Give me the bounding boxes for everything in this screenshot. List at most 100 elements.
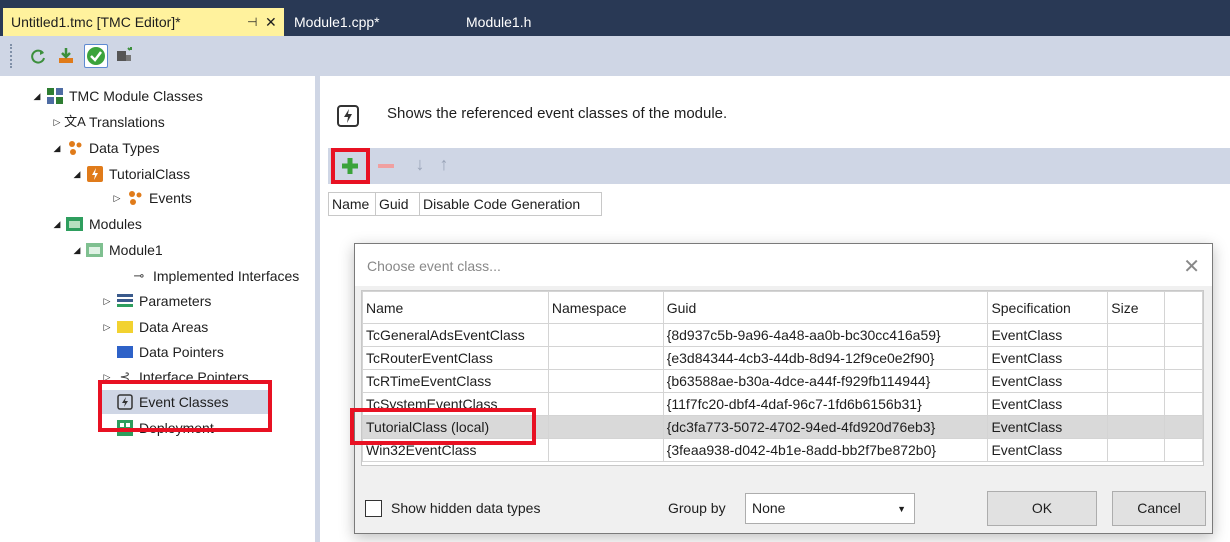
page-description: Shows the referenced event classes of th… [387,105,728,122]
cell-filler [1164,438,1203,462]
module-classes-icon [46,87,64,105]
ok-button[interactable]: OK [987,491,1097,526]
tree-item-events[interactable]: ▷ Events [110,186,192,210]
data-types-icon [66,139,84,157]
column-header-specification[interactable]: Specification [987,291,1109,324]
check-icon[interactable] [84,44,108,68]
download-icon[interactable] [54,44,78,68]
tree-item-data-types[interactable]: ◢ Data Types [50,136,160,160]
column-header-size[interactable]: Size [1107,291,1166,324]
tree-item-tutorialclass[interactable]: ◢ TutorialClass [70,162,190,186]
group-by-select[interactable]: None ▼ [745,493,915,524]
collapse-arrow-icon[interactable]: ◢ [70,238,84,262]
table-header-row: Name Namespace Guid Specification Size [362,291,1203,324]
cell-guid: {e3d84344-4cb3-44db-8d94-12f9ce0e2f90} [662,346,989,370]
expand-arrow-icon[interactable]: ▷ [50,110,64,134]
tree-item-label: Data Pointers [139,344,224,360]
column-header-name[interactable]: Name [362,291,549,324]
event-class-grid: Name Namespace Guid Specification Size T… [350,290,1204,466]
editor-toolbar [0,36,1230,76]
column-header-guid[interactable]: Guid [375,192,420,216]
tree-item-label: Translations [89,114,165,130]
tree-item-modules[interactable]: ◢ Modules [50,212,142,236]
tree-item-label: Implemented Interfaces [153,268,300,284]
expand-arrow-icon[interactable]: ▷ [100,289,114,313]
cell-size [1107,438,1166,462]
tab-label: Untitled1.tmc [TMC Editor]* [11,14,181,30]
collapse-arrow-icon[interactable]: ◢ [70,162,84,186]
tree-item-label: Events [149,190,192,206]
event-class-icon [336,104,360,131]
column-header-guid[interactable]: Guid [662,291,989,324]
cell-specification: EventClass [987,369,1109,393]
collapse-arrow-icon[interactable]: ◢ [30,84,44,108]
highlight-box-add [331,148,370,184]
wizard-icon[interactable] [112,44,136,68]
collapse-arrow-icon[interactable]: ◢ [50,136,64,160]
expand-arrow-icon[interactable]: ▷ [110,186,124,210]
cell-size [1107,392,1166,416]
tree-item-implemented-interfaces[interactable]: ⊸ Implemented Interfaces [128,264,300,288]
close-icon[interactable]: ✕ [1183,254,1200,279]
column-header-name[interactable]: Name [328,192,376,216]
tree-item-label: Module1 [109,242,163,258]
tree-item-tmc-module-classes[interactable]: ◢ TMC Module Classes [30,84,203,108]
data-pointers-icon [116,343,134,361]
tree-item-label: Modules [89,216,142,232]
cell-guid: {dc3fa773-5072-4702-94ed-4fd920d76eb3} [662,415,989,439]
tree-item-data-pointers[interactable]: Data Pointers [114,340,224,364]
cell-specification: EventClass [987,392,1109,416]
cell-specification: EventClass [987,415,1109,439]
collapse-arrow-icon[interactable]: ◢ [50,212,64,236]
tab-label: Module1.cpp* [294,14,380,30]
tree-item-translations[interactable]: ▷ 文A Translations [50,110,165,134]
column-header-namespace[interactable]: Namespace [547,291,664,324]
group-by-label: Group by [668,500,726,516]
cancel-button[interactable]: Cancel [1112,491,1206,526]
tab-label: Module1.h [466,14,532,30]
dialog-footer: Show hidden data types Group by None ▼ O… [355,486,1212,533]
group-by-value: None [752,500,786,516]
move-up-icon[interactable]: ↑ [434,154,454,178]
tree-item-data-areas[interactable]: ▷ Data Areas [100,315,209,339]
choose-event-class-dialog: Choose event class... ✕ Name Namespace G… [350,243,1213,534]
cell-namespace [547,415,664,439]
column-header-filler [1164,291,1203,324]
chevron-down-icon: ▼ [897,504,906,514]
cell-namespace [547,369,664,393]
tree-item-parameters[interactable]: ▷ Parameters [100,289,212,313]
tree-item-label: Parameters [139,293,212,309]
cell-size [1107,369,1166,393]
table-row[interactable]: TcRTimeEventClass {b63588ae-b30a-4dce-a4… [362,369,1203,393]
event-list-toolbar: ↓ ↑ [328,148,1230,184]
cell-namespace [547,392,664,416]
table-row[interactable]: TcRouterEventClass {e3d84344-4cb3-44db-8… [362,346,1203,370]
highlight-box-tutorialclass-row [350,408,536,445]
data-areas-icon [116,318,134,336]
toolbar-grip[interactable] [10,44,14,68]
tree-item-label: Data Types [89,140,160,156]
tree-item-label: TMC Module Classes [69,88,203,104]
cell-namespace [547,438,664,462]
tab-tmc-editor[interactable]: Untitled1.tmc [TMC Editor]* ⊣ ✕ [3,8,284,36]
dialog-title-bar: Choose event class... ✕ [355,244,1212,286]
cell-size [1107,415,1166,439]
tab-module1-h[interactable]: Module1.h [458,8,531,36]
cell-filler [1164,415,1203,439]
tab-module1-cpp[interactable]: Module1.cpp* [286,8,380,36]
cell-specification: EventClass [987,323,1109,347]
modules-icon [66,215,84,233]
table-row[interactable]: TcGeneralAdsEventClass {8d937c5b-9a96-4a… [362,323,1203,347]
move-down-icon[interactable]: ↓ [410,154,430,178]
show-hidden-checkbox[interactable] [365,500,382,517]
cell-specification: EventClass [987,438,1109,462]
tree-item-label: Data Areas [139,319,209,335]
column-header-disable-code-generation[interactable]: Disable Code Generation [419,192,602,216]
refresh-icon[interactable] [26,44,50,68]
pin-icon[interactable]: ⊣ [247,8,257,36]
tree-item-module1[interactable]: ◢ Module1 [70,238,163,262]
close-icon[interactable]: ✕ [265,8,277,36]
cell-guid: {3feaa938-d042-4b1e-8add-bb2f7be872b0} [662,438,989,462]
expand-arrow-icon[interactable]: ▷ [100,315,114,339]
remove-icon[interactable] [374,154,398,178]
